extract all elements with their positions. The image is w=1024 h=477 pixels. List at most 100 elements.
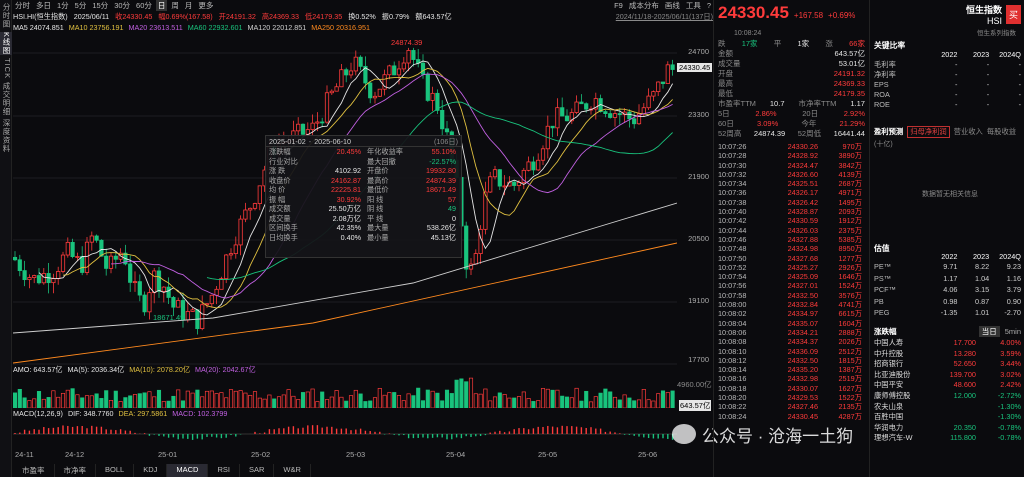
perf-cell: 2.92%	[843, 109, 865, 118]
constituent-row[interactable]: 华润电力 20.350 -0.78%	[870, 423, 1024, 434]
perf-cell: 24874.39	[753, 129, 786, 138]
quote-row: 最低 24179.35	[714, 89, 869, 99]
popup-row: 均 价 22225.81 最低价 18671.49	[266, 185, 461, 195]
indicator-tab[interactable]: MACD	[167, 464, 209, 477]
tick-volume: 1522万	[838, 393, 862, 403]
popup-from-date[interactable]: 2025-01-02	[269, 137, 306, 146]
period-more[interactable]: 更多	[196, 0, 215, 11]
perf-cell: 52周低	[797, 129, 822, 138]
period-week[interactable]: 周	[169, 0, 181, 11]
volume-bar	[632, 400, 637, 408]
period-1m[interactable]: 1分	[55, 0, 71, 11]
period-multiday[interactable]: 多日	[34, 0, 53, 11]
period-5m[interactable]: 5分	[73, 0, 89, 11]
tick-row: 10:07:46 24327.88 5385万	[714, 235, 869, 244]
quote-change: +167.58	[793, 11, 824, 20]
indicator-tab[interactable]: RSI	[208, 464, 240, 477]
constituent-price	[936, 402, 976, 413]
popup-header: 2025-01-02 - 2025-06-10 (106日)	[266, 136, 461, 147]
tools-button[interactable]: 工具	[684, 0, 703, 11]
tick-price: 24327.68	[787, 253, 818, 263]
candle-body	[392, 65, 397, 76]
tab-trade-detail[interactable]: 成交明细	[0, 82, 12, 116]
popup-value: 55.10%	[431, 147, 456, 156]
tick-time: 10:07:56	[718, 281, 747, 291]
f9-button[interactable]: F9	[612, 1, 625, 10]
period-intraday[interactable]: 分时	[13, 0, 32, 11]
candle-body	[60, 254, 66, 272]
constituent-row[interactable]: 百胜中国 -1.30%	[870, 412, 1024, 423]
amo-ma20: MA(20): 2042.67亿	[195, 365, 256, 374]
popup-row: 涨跌幅 20.45% 年化收益率 55.10%	[266, 147, 461, 157]
fin-header: 2022 2023 2024Q	[870, 50, 1024, 60]
constituent-row[interactable]: 康师傅控股 12.000 -2.72%	[870, 391, 1024, 402]
constituent-row[interactable]: 比亚迪股份 139.700 3.02%	[870, 370, 1024, 381]
candle-body	[536, 159, 541, 171]
period-30m[interactable]: 30分	[112, 0, 132, 11]
candle-body	[411, 50, 416, 60]
period-60m[interactable]: 60分	[134, 0, 154, 11]
draw-line-button[interactable]: 画线	[663, 0, 682, 11]
today-button[interactable]: 当日	[978, 326, 1000, 337]
candle-body	[665, 64, 670, 84]
val-row: PEG -1.35 1.01 -2.70	[870, 308, 1024, 320]
cost-dist-button[interactable]: 成本分布	[627, 0, 661, 11]
y-tick: 17700	[688, 355, 709, 364]
indicator-tab[interactable]: W&R	[274, 464, 311, 477]
net-profit-button[interactable]: 归母净利润	[907, 126, 950, 138]
range-stats-popup[interactable]: 2025-01-02 - 2025-06-10 (106日) 涨跌幅 20.45%…	[265, 135, 462, 258]
indicator-tab[interactable]: BOLL	[96, 464, 135, 477]
indicator-tab[interactable]: 市净率	[55, 464, 96, 477]
volume-bar	[560, 395, 565, 408]
period-15m[interactable]: 15分	[90, 0, 110, 11]
tick-time: 10:08:22	[718, 402, 747, 412]
perf-cell: 5日	[718, 109, 730, 118]
eps-button[interactable]: 每股收益	[987, 127, 1016, 137]
5min-button[interactable]: 5min	[1005, 327, 1021, 336]
info-amplitude: 振0.79%	[381, 12, 410, 21]
constituent-row[interactable]: 中国平安 48.600 2.42%	[870, 380, 1024, 391]
tick-row: 10:08:10 24336.09 2512万	[714, 347, 869, 356]
volume-bar	[622, 394, 627, 408]
revenue-button[interactable]: 营业收入	[954, 127, 983, 137]
constituent-row[interactable]: 中国人寿 17.700 4.00%	[870, 338, 1024, 349]
constituent-name: 中国人寿	[874, 338, 904, 347]
volume-bar	[185, 390, 190, 408]
quote-label: 开盘	[718, 69, 733, 78]
volume-bar	[267, 394, 272, 408]
constituents-title: 涨跌幅	[874, 327, 897, 336]
candle-body	[670, 64, 675, 70]
bar-info: HSI.HI(恒生指数) 2025/06/11 收24330.45 幅0.69%…	[13, 12, 713, 22]
volume-bar	[176, 389, 181, 408]
tab-tick[interactable]: TICK	[0, 58, 12, 79]
tick-volume: 5385万	[838, 234, 862, 244]
tab-depth[interactable]: 深度资料	[0, 119, 12, 153]
period-month[interactable]: 月	[183, 0, 195, 11]
popup-row: 涨 跌 4102.92 开盘价 19932.80	[266, 166, 461, 176]
constituent-row[interactable]: 农夫山泉 -1.30%	[870, 402, 1024, 413]
period-day[interactable]: 日	[155, 0, 168, 11]
indicator-tab[interactable]: KDJ	[134, 464, 168, 477]
volume-bar	[60, 392, 66, 408]
popup-value: 18671.49	[426, 185, 456, 194]
val-cell: 3.79	[1006, 285, 1021, 294]
perf-row: 60日 3.09% 今年 21.29%	[714, 119, 869, 129]
constituent-row[interactable]: 招商银行 52.650 3.44%	[870, 359, 1024, 370]
tick-volume: 2519万	[838, 374, 862, 384]
constituent-row[interactable]: 中升控股 13.280 3.59%	[870, 349, 1024, 360]
volume-bar	[113, 390, 118, 408]
quote-row: 金额 643.57亿	[714, 49, 869, 59]
info-range[interactable]: 2024/11/18-2025/06/11(137日)	[616, 12, 713, 22]
tab-kline[interactable]: K线图	[0, 31, 12, 55]
buy-button[interactable]: 买	[1005, 5, 1021, 24]
help-button[interactable]: ?	[705, 1, 713, 10]
volume-bar	[574, 387, 579, 408]
indicator-tab[interactable]: 市盈率	[13, 464, 55, 477]
tick-time: 10:08:14	[718, 365, 747, 375]
tick-time: 10:07:36	[718, 188, 747, 198]
constituent-row[interactable]: 理想汽车-W 115.800 -0.78%	[870, 433, 1024, 444]
popup-to-date[interactable]: 2025-06-10	[314, 137, 351, 146]
tab-intraday[interactable]: 分时图	[0, 3, 12, 29]
fin-cell: EPS	[874, 80, 889, 89]
indicator-tab[interactable]: SAR	[240, 464, 275, 477]
